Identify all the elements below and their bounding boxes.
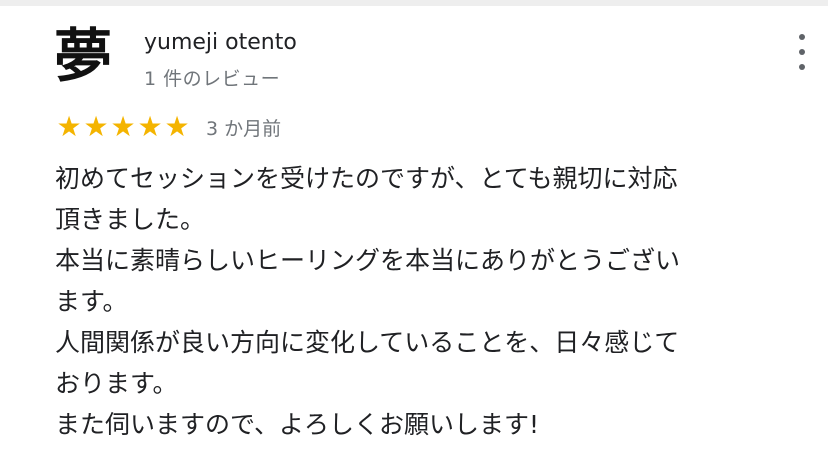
- review-text-line: 人間関係が良い方向に変化していることを、日々感じて: [55, 328, 680, 357]
- star-icon: ★: [137, 110, 162, 143]
- review-text-line: おります。: [55, 369, 178, 398]
- star-icon: ★: [83, 110, 108, 143]
- review-card: 夢 yumeji otento 1 件のレビュー ★ ★ ★ ★ ★ 3 か月前…: [0, 6, 828, 456]
- more-vert-icon[interactable]: [790, 34, 814, 70]
- reviewer-name[interactable]: yumeji otento: [144, 30, 297, 55]
- menu-dot: [799, 34, 805, 40]
- star-icon: ★: [164, 110, 189, 143]
- star-icon: ★: [110, 110, 135, 143]
- review-text-line: 初めてセッションを受けたのですが、とても親切に対応: [55, 164, 678, 193]
- review-text-line: ます。: [55, 287, 128, 316]
- reviewer-review-count: 1 件のレビュー: [144, 68, 281, 90]
- menu-dot: [799, 49, 805, 55]
- rating-row: ★ ★ ★ ★ ★ 3 か月前: [55, 112, 281, 142]
- review-text-line: 頂きました。: [55, 205, 206, 234]
- menu-dot: [799, 64, 805, 70]
- star-icon: ★: [56, 110, 81, 143]
- avatar[interactable]: 夢: [52, 22, 114, 90]
- review-date: 3 か月前: [206, 117, 282, 140]
- review-text-line: また伺いますので、よろしくお願いします!: [55, 410, 540, 439]
- star-rating: ★ ★ ★ ★ ★: [55, 113, 190, 141]
- review-text-line: 本当に素晴らしいヒーリングを本当にありがとうござい: [55, 246, 681, 275]
- review-text: 初めてセッションを受けたのですが、とても親切に対応 頂きました。 本当に素晴らし…: [55, 158, 775, 445]
